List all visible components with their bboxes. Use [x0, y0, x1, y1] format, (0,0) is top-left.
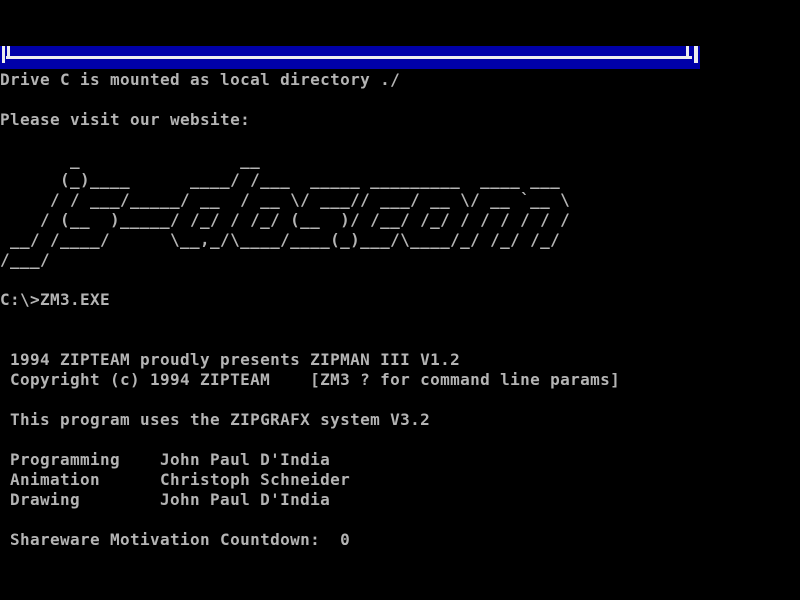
dos-screen: Drive C is mounted as local directory ./…	[0, 0, 800, 600]
loading-bar-frame-right-inner	[686, 46, 689, 59]
loading-bar-frame-left-outer	[2, 46, 5, 63]
terminal-output: Drive C is mounted as local directory ./…	[0, 70, 620, 550]
loading-bar-frame-right-outer	[694, 46, 698, 63]
loading-bar	[0, 46, 700, 69]
loading-bar-frame-horizontal	[6, 56, 692, 59]
